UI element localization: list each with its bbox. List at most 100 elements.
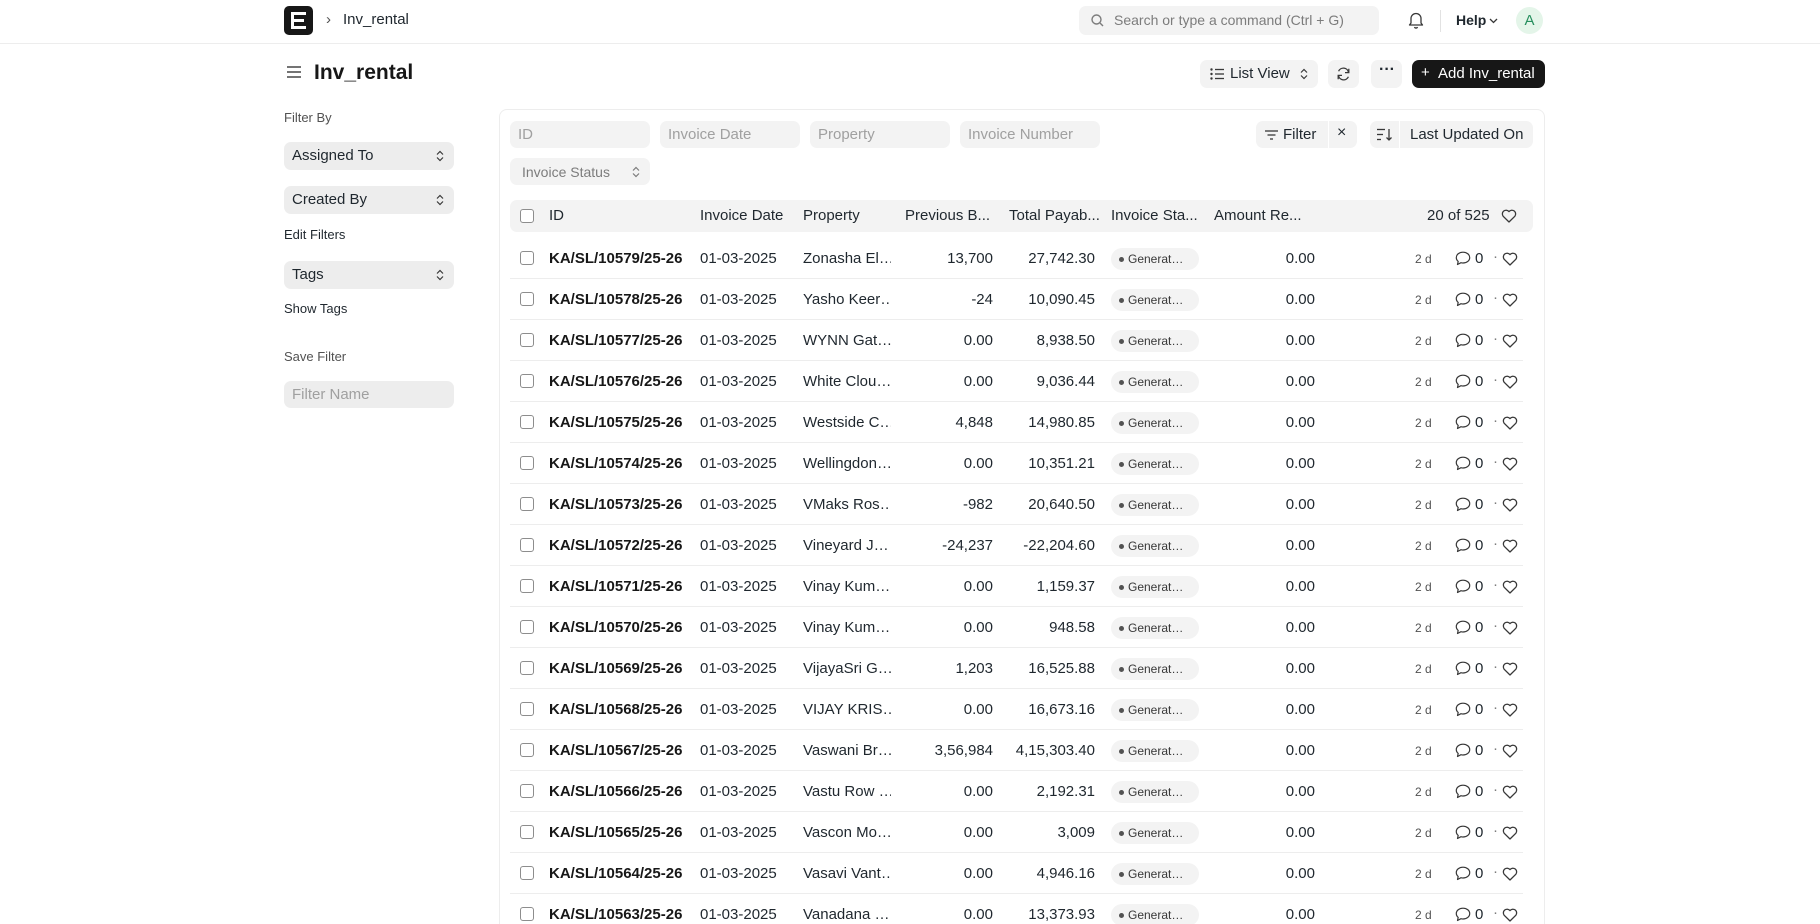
- row-checkbox[interactable]: [520, 784, 534, 798]
- row-id-link[interactable]: KA/SL/10569/25-26: [549, 660, 687, 677]
- column-header-property[interactable]: Property: [803, 207, 860, 224]
- table-row[interactable]: KA/SL/10578/25-26 01-03-2025 Yasho Keer……: [510, 279, 1523, 320]
- table-row[interactable]: KA/SL/10563/25-26 01-03-2025 Vanadana … …: [510, 894, 1523, 924]
- table-row[interactable]: KA/SL/10579/25-26 01-03-2025 Zonasha El……: [510, 238, 1523, 279]
- row-checkbox[interactable]: [520, 456, 534, 470]
- row-checkbox[interactable]: [520, 497, 534, 511]
- column-header-amount-received[interactable]: Amount Re...: [1214, 207, 1302, 224]
- more-actions-button[interactable]: ···: [1371, 60, 1402, 88]
- comment-icon[interactable]: [1455, 497, 1471, 512]
- row-checkbox[interactable]: [520, 292, 534, 306]
- row-id-link[interactable]: KA/SL/10572/25-26: [549, 537, 687, 554]
- user-avatar[interactable]: A: [1516, 7, 1543, 34]
- invoice-status-filter-select[interactable]: Invoice Status: [510, 158, 650, 185]
- heart-icon[interactable]: [1502, 252, 1518, 266]
- heart-icon[interactable]: [1502, 621, 1518, 635]
- row-checkbox[interactable]: [520, 333, 534, 347]
- row-checkbox[interactable]: [520, 661, 534, 675]
- row-id-link[interactable]: KA/SL/10570/25-26: [549, 619, 687, 636]
- row-id-link[interactable]: KA/SL/10571/25-26: [549, 578, 687, 595]
- comment-icon[interactable]: [1455, 784, 1471, 799]
- heart-icon[interactable]: [1502, 662, 1518, 676]
- comment-icon[interactable]: [1455, 374, 1471, 389]
- search-bar[interactable]: Search or type a command (Ctrl + G): [1079, 6, 1379, 35]
- table-row[interactable]: KA/SL/10572/25-26 01-03-2025 Vineyard J……: [510, 525, 1523, 566]
- column-header-previous-balance[interactable]: Previous B...: [905, 207, 990, 224]
- column-header-invoice-date[interactable]: Invoice Date: [700, 207, 783, 224]
- table-row[interactable]: KA/SL/10571/25-26 01-03-2025 Vinay Kum… …: [510, 566, 1523, 607]
- heart-icon[interactable]: [1502, 867, 1518, 881]
- table-row[interactable]: KA/SL/10569/25-26 01-03-2025 VijayaSri G…: [510, 648, 1523, 689]
- sort-by-select[interactable]: Last Updated On: [1400, 121, 1533, 148]
- comment-icon[interactable]: [1455, 251, 1471, 266]
- column-header-id[interactable]: ID: [549, 207, 564, 224]
- heart-icon[interactable]: [1502, 498, 1518, 512]
- heart-icon[interactable]: [1502, 744, 1518, 758]
- comment-icon[interactable]: [1455, 538, 1471, 553]
- table-row[interactable]: KA/SL/10568/25-26 01-03-2025 VIJAY KRIS……: [510, 689, 1523, 730]
- row-id-link[interactable]: KA/SL/10579/25-26: [549, 250, 687, 267]
- table-row[interactable]: KA/SL/10570/25-26 01-03-2025 Vinay Kum… …: [510, 607, 1523, 648]
- heart-icon[interactable]: [1502, 580, 1518, 594]
- row-checkbox[interactable]: [520, 251, 534, 265]
- row-id-link[interactable]: KA/SL/10573/25-26: [549, 496, 687, 513]
- heart-icon[interactable]: [1502, 293, 1518, 307]
- row-checkbox[interactable]: [520, 702, 534, 716]
- row-id-link[interactable]: KA/SL/10565/25-26: [549, 824, 687, 841]
- row-checkbox[interactable]: [520, 866, 534, 880]
- column-header-total-payable[interactable]: Total Payab...: [1009, 207, 1100, 224]
- invoice-date-filter-input[interactable]: Invoice Date: [660, 121, 800, 148]
- row-checkbox[interactable]: [520, 579, 534, 593]
- table-row[interactable]: KA/SL/10577/25-26 01-03-2025 WYNN Gat… 0…: [510, 320, 1523, 361]
- row-checkbox[interactable]: [520, 743, 534, 757]
- table-row[interactable]: KA/SL/10566/25-26 01-03-2025 Vastu Row ……: [510, 771, 1523, 812]
- table-row[interactable]: KA/SL/10567/25-26 01-03-2025 Vaswani Br……: [510, 730, 1523, 771]
- heart-icon[interactable]: [1502, 703, 1518, 717]
- comment-icon[interactable]: [1455, 620, 1471, 635]
- app-logo-icon[interactable]: [284, 6, 313, 35]
- comment-icon[interactable]: [1455, 456, 1471, 471]
- notification-bell-icon[interactable]: [1408, 11, 1424, 29]
- sidebar-toggle-icon[interactable]: [286, 65, 302, 79]
- row-id-link[interactable]: KA/SL/10564/25-26: [549, 865, 687, 882]
- filter-name-input[interactable]: Filter Name: [284, 381, 454, 408]
- heart-icon[interactable]: [1502, 826, 1518, 840]
- list-view-selector[interactable]: List View: [1200, 60, 1318, 88]
- row-id-link[interactable]: KA/SL/10576/25-26: [549, 373, 687, 390]
- heart-icon[interactable]: [1502, 334, 1518, 348]
- filter-button[interactable]: Filter: [1256, 121, 1328, 148]
- heart-icon[interactable]: [1502, 375, 1518, 389]
- comment-icon[interactable]: [1455, 825, 1471, 840]
- comment-icon[interactable]: [1455, 661, 1471, 676]
- heart-icon[interactable]: [1502, 457, 1518, 471]
- help-dropdown[interactable]: Help: [1456, 12, 1498, 28]
- heart-icon[interactable]: [1502, 539, 1518, 553]
- table-row[interactable]: KA/SL/10575/25-26 01-03-2025 Westside C……: [510, 402, 1523, 443]
- comment-icon[interactable]: [1455, 415, 1471, 430]
- add-inv-rental-button[interactable]: + Add Inv_rental: [1412, 60, 1545, 88]
- table-row[interactable]: KA/SL/10574/25-26 01-03-2025 Wellingdon……: [510, 443, 1523, 484]
- comment-icon[interactable]: [1455, 743, 1471, 758]
- comment-icon[interactable]: [1455, 866, 1471, 881]
- created-by-select[interactable]: Created By: [284, 186, 454, 214]
- assigned-to-select[interactable]: Assigned To: [284, 142, 454, 170]
- comment-icon[interactable]: [1455, 333, 1471, 348]
- invoice-number-filter-input[interactable]: Invoice Number: [960, 121, 1100, 148]
- row-checkbox[interactable]: [520, 374, 534, 388]
- edit-filters-link[interactable]: Edit Filters: [284, 227, 345, 242]
- column-header-invoice-status[interactable]: Invoice Sta...: [1111, 207, 1198, 224]
- clear-filters-button[interactable]: ×: [1329, 121, 1357, 148]
- row-id-link[interactable]: KA/SL/10568/25-26: [549, 701, 687, 718]
- row-checkbox[interactable]: [520, 825, 534, 839]
- row-id-link[interactable]: KA/SL/10577/25-26: [549, 332, 687, 349]
- breadcrumb-link[interactable]: Inv_rental: [343, 11, 409, 28]
- show-tags-link[interactable]: Show Tags: [284, 301, 347, 316]
- table-row[interactable]: KA/SL/10565/25-26 01-03-2025 Vascon Mo… …: [510, 812, 1523, 853]
- comment-icon[interactable]: [1455, 702, 1471, 717]
- heart-icon[interactable]: [1502, 785, 1518, 799]
- id-filter-input[interactable]: ID: [510, 121, 650, 148]
- property-filter-input[interactable]: Property: [810, 121, 950, 148]
- table-row[interactable]: KA/SL/10576/25-26 01-03-2025 White Clou……: [510, 361, 1523, 402]
- row-id-link[interactable]: KA/SL/10563/25-26: [549, 906, 687, 923]
- refresh-button[interactable]: [1328, 60, 1359, 88]
